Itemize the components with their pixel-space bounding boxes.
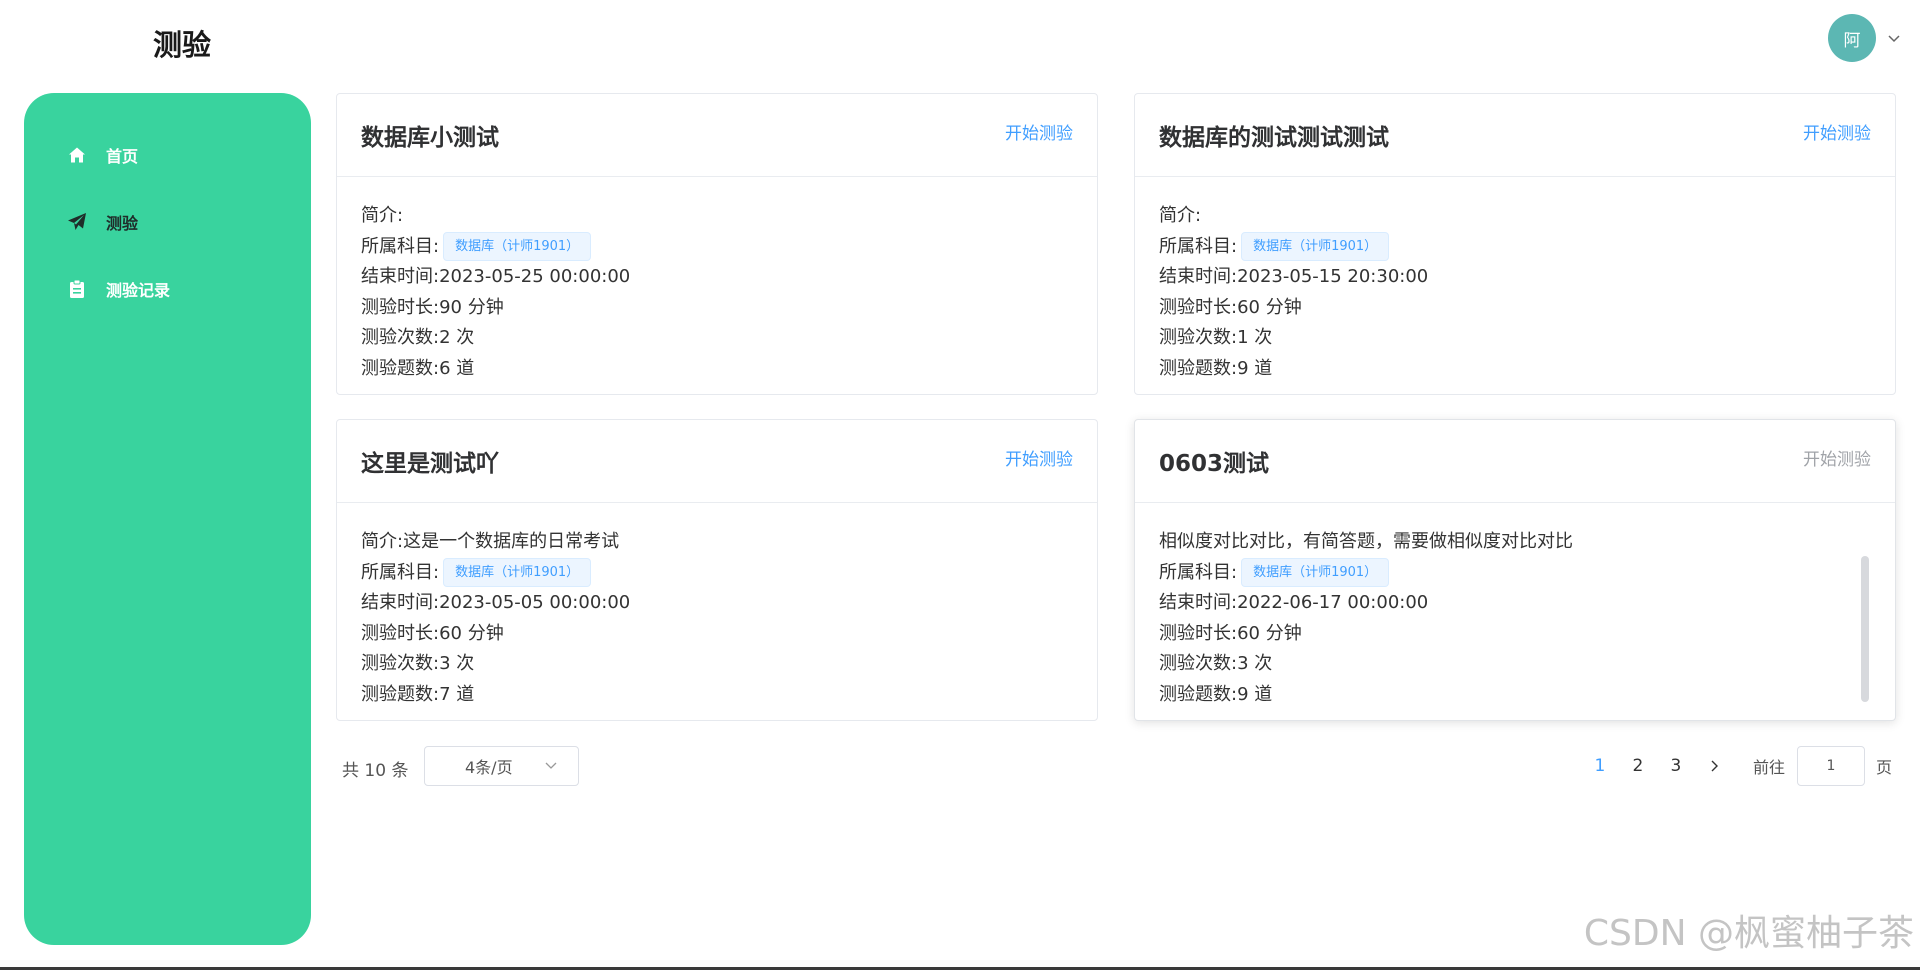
sidebar-item-quiz-records[interactable]: 测验记录	[24, 255, 311, 322]
quiz-attempts: 测验次数: 2 次	[361, 327, 475, 348]
subject-tag: 数据库（计师1901）	[443, 232, 592, 262]
pagination: 共 10 条 4条/页 1 2 3 前往 页	[330, 746, 1898, 786]
quiz-card: 数据库的测试测试测试 开始测验 简介: 所属科目: 数据库（计师1901） 结束时…	[1134, 93, 1896, 395]
quiz-duration: 测验时长: 60 分钟	[361, 622, 504, 644]
sidebar-item-quiz[interactable]: 测验	[24, 188, 311, 255]
quiz-duration: 测验时长: 60 分钟	[1159, 622, 1302, 644]
sidebar-item-label: 测验记录	[106, 280, 171, 300]
quiz-title: 这里是测试吖	[361, 451, 499, 477]
quiz-title: 数据库的测试测试测试	[1159, 125, 1389, 151]
quiz-card: 0603测试 开始测验 相似度对比对比，有简答题，需要做相似度对比对比 所属科目…	[1134, 419, 1896, 721]
quiz-card-body: 简介: 这是一个数据库的日常考试 所属科目: 数据库（计师1901） 结束时间: 20…	[337, 503, 1097, 710]
quiz-questions: 测验题数: 6 道	[361, 357, 475, 379]
quiz-card-header: 数据库小测试 开始测验	[337, 94, 1097, 177]
quiz-card-header: 这里是测试吖 开始测验	[337, 420, 1097, 503]
start-quiz-button[interactable]: 开始测验	[1005, 119, 1073, 144]
quiz-card: 数据库小测试 开始测验 简介: 所属科目: 数据库（计师1901） 结束时间: 20…	[336, 93, 1098, 395]
quiz-subject: 所属科目: 数据库（计师1901）	[1159, 232, 1871, 263]
goto-label: 前往	[1752, 758, 1785, 777]
page-number[interactable]: 2	[1619, 756, 1657, 776]
quiz-title: 0603测试	[1159, 451, 1270, 477]
user-menu[interactable]: 阿	[1828, 14, 1902, 62]
goto-page-input[interactable]	[1796, 746, 1865, 786]
quiz-subject: 所属科目: 数据库（计师1901）	[1159, 558, 1871, 589]
chevron-right-icon[interactable]	[1695, 759, 1733, 773]
quiz-attempts: 测验次数: 3 次	[361, 653, 475, 674]
start-quiz-button[interactable]: 开始测验	[1803, 119, 1871, 144]
quiz-card-body: 简介: 所属科目: 数据库（计师1901） 结束时间: 2023-05-25 00:…	[337, 177, 1097, 384]
start-quiz-button[interactable]: 开始测验	[1005, 445, 1073, 470]
quiz-card-header: 0603测试 开始测验	[1135, 420, 1895, 503]
quiz-subject: 所属科目: 数据库（计师1901）	[361, 232, 1073, 263]
quiz-duration: 测验时长: 60 分钟	[1159, 296, 1302, 318]
quiz-card-header: 数据库的测试测试测试 开始测验	[1135, 94, 1895, 177]
quiz-duration: 测验时长: 90 分钟	[361, 296, 504, 318]
clipboard-icon	[65, 277, 89, 301]
quiz-questions: 测验题数: 9 道	[1159, 683, 1273, 705]
watermark: CSDN @枫蜜柚子茶	[1583, 913, 1914, 954]
sidebar: 首页 测验 测验记录	[24, 93, 311, 945]
quiz-intro: 简介:	[1159, 205, 1202, 226]
page-size-value: 4条/页	[465, 758, 513, 777]
sidebar-item-label: 测验	[106, 213, 139, 233]
page-title: 测验	[153, 28, 212, 62]
chevron-down-icon[interactable]	[1886, 30, 1902, 46]
sidebar-item-label: 首页	[106, 146, 139, 166]
paper-plane-icon	[65, 210, 89, 234]
quiz-end-time: 结束时间: 2023-05-25 00:00:00	[361, 266, 631, 287]
quiz-questions: 测验题数: 7 道	[361, 683, 475, 705]
quiz-intro: 简介: 这是一个数据库的日常考试	[361, 531, 620, 552]
total-count: 共 10 条	[342, 761, 409, 781]
quiz-intro: 简介:	[361, 205, 404, 226]
quiz-end-time: 结束时间: 2022-06-17 00:00:00	[1159, 592, 1429, 613]
quiz-card: 这里是测试吖 开始测验 简介: 这是一个数据库的日常考试 所属科目: 数据库（计师1…	[336, 419, 1098, 721]
home-icon	[65, 143, 89, 167]
page-unit-label: 页	[1875, 758, 1892, 777]
quiz-subject: 所属科目: 数据库（计师1901）	[361, 558, 1073, 589]
sidebar-item-home[interactable]: 首页	[24, 121, 311, 188]
page-number[interactable]: 3	[1657, 756, 1695, 776]
avatar[interactable]: 阿	[1828, 14, 1876, 62]
page-number[interactable]: 1	[1581, 756, 1619, 776]
page-size-select[interactable]: 4条/页	[424, 746, 579, 786]
subject-tag: 数据库（计师1901）	[1241, 232, 1390, 262]
pager: 1 2 3 前往 页	[1581, 746, 1898, 786]
quiz-title: 数据库小测试	[361, 125, 499, 151]
subject-tag: 数据库（计师1901）	[443, 558, 592, 588]
card-scrollbar[interactable]	[1861, 556, 1869, 702]
quiz-card-body: 简介: 所属科目: 数据库（计师1901） 结束时间: 2023-05-15 20:…	[1135, 177, 1895, 384]
quiz-attempts: 测验次数: 3 次	[1159, 653, 1273, 674]
quiz-attempts: 测验次数: 1 次	[1159, 327, 1273, 348]
start-quiz-button[interactable]: 开始测验	[1803, 445, 1871, 470]
quiz-card-body: 相似度对比对比，有简答题，需要做相似度对比对比 所属科目: 数据库（计师1901）…	[1135, 503, 1895, 710]
quiz-questions: 测验题数: 9 道	[1159, 357, 1273, 379]
subject-tag: 数据库（计师1901）	[1241, 558, 1390, 588]
quiz-intro: 相似度对比对比，有简答题，需要做相似度对比对比	[1159, 531, 1573, 552]
quiz-end-time: 结束时间: 2023-05-15 20:30:00	[1159, 266, 1429, 287]
quiz-end-time: 结束时间: 2023-05-05 00:00:00	[361, 592, 631, 613]
chevron-down-icon	[544, 757, 558, 776]
